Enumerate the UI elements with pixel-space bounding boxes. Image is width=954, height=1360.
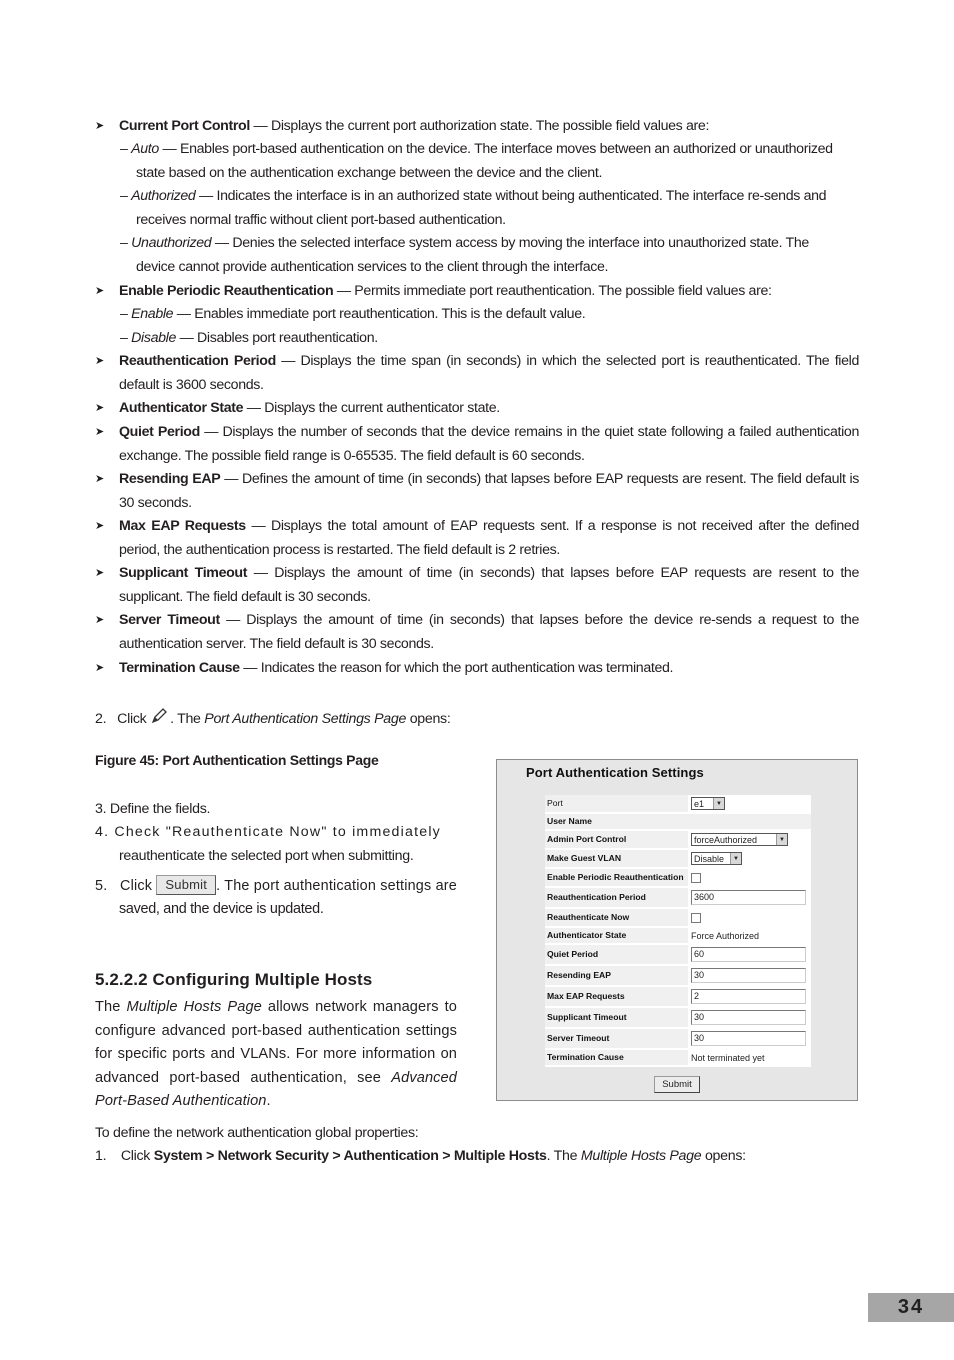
chevron-down-icon: ▼ — [713, 798, 724, 809]
quiet-period-input[interactable]: 60 — [691, 947, 806, 962]
section-paragraph: The Multiple Hosts Page allows network m… — [95, 999, 457, 1109]
port-select[interactable]: e1 ▼ — [691, 797, 725, 810]
bullet-max-eap-requests: ➤ Max EAP Requests — Displays the total … — [95, 515, 859, 562]
row-termination-cause: Termination Cause Not terminated yet — [545, 1050, 811, 1067]
authenticator-state-value: Force Authorized — [691, 930, 760, 941]
step-5: 5. Click Submit. The port authentication… — [95, 875, 458, 895]
sub-item-disable: – Disable — Disables port reauthenticati… — [120, 330, 378, 346]
row-reauth-period: Reauthentication Period 3600 — [545, 888, 811, 909]
sub-item-auto: – Auto — Enables port-based authenticati… — [120, 141, 833, 181]
step-4: 4. Check "Reauthenticate Now" to immedia… — [95, 824, 441, 840]
figure-caption: Figure 45: Port Authentication Settings … — [95, 752, 379, 768]
arrow-bullet-icon: ➤ — [95, 285, 104, 297]
section-title: 5.2.2.2 Configuring Multiple Hosts — [95, 970, 373, 989]
sub-item-authorized: – Authorized — Indicates the interface i… — [120, 188, 827, 228]
termination-cause-value: Not terminated yet — [691, 1052, 765, 1063]
arrow-bullet-icon: ➤ — [95, 355, 104, 367]
bullet-reauth-period: ➤ Reauthentication Period — Displays the… — [95, 350, 859, 397]
step-5-cont: saved, and the device is updated. — [119, 901, 324, 917]
step-3: 3. Define the fields. — [95, 801, 211, 817]
row-server-timeout: Server Timeout 30 — [545, 1029, 811, 1050]
enable-periodic-reauth-checkbox[interactable] — [691, 872, 701, 883]
bullet-server-timeout: ➤ Server Timeout — Displays the amount o… — [95, 609, 859, 656]
arrow-bullet-icon: ➤ — [95, 402, 104, 414]
submit-button[interactable]: Submit — [654, 1076, 700, 1093]
page-number: 34 — [868, 1293, 954, 1322]
row-authenticator-state: Authenticator State Force Authorized — [545, 928, 811, 945]
arrow-bullet-icon: ➤ — [95, 614, 104, 626]
max-eap-requests-input[interactable]: 2 — [691, 989, 806, 1004]
arrow-bullet-icon: ➤ — [95, 662, 104, 674]
port-auth-settings-screenshot: Port Authentication Settings Port e1 ▼ Us… — [496, 759, 858, 1101]
arrow-bullet-icon: ➤ — [95, 567, 104, 579]
settings-table: Port e1 ▼ User Name Admin Port Control fo… — [545, 795, 811, 1067]
bullet-current-port-control: ➤ Current Port Control — Displays the cu… — [95, 115, 859, 139]
step-4-cont: reauthenticate the selected port when su… — [119, 848, 414, 864]
step-2: 2. Click . The Port Authentication Setti… — [95, 708, 451, 733]
arrow-bullet-icon: ➤ — [95, 120, 104, 132]
row-make-guest-vlan: Make Guest VLAN Disable ▼ — [545, 850, 811, 869]
bullet-authenticator-state: ➤ Authenticator State — Displays the cur… — [95, 397, 859, 421]
row-port: Port e1 ▼ — [545, 795, 811, 814]
reauthenticate-now-checkbox[interactable] — [691, 912, 701, 923]
sub-item-unauthorized: – Unauthorized — Denies the selected int… — [120, 235, 809, 275]
resending-eap-input[interactable]: 30 — [691, 968, 806, 983]
arrow-bullet-icon: ➤ — [95, 426, 104, 438]
pencil-icon — [150, 708, 170, 733]
reauth-period-input[interactable]: 3600 — [691, 890, 806, 905]
arrow-bullet-icon: ➤ — [95, 520, 104, 532]
row-user-name: User Name — [545, 814, 811, 831]
row-reauthenticate-now: Reauthenticate Now — [545, 909, 811, 928]
row-resending-eap: Resending EAP 30 — [545, 966, 811, 987]
server-timeout-input[interactable]: 30 — [691, 1031, 806, 1046]
row-max-eap-requests: Max EAP Requests 2 — [545, 987, 811, 1008]
row-enable-periodic-reauth: Enable Periodic Reauthentication — [545, 869, 811, 888]
bullet-termination-cause: ➤ Termination Cause — Indicates the reas… — [95, 657, 859, 681]
step-1-multiple-hosts: 1. Click System > Network Security > Aut… — [95, 1148, 746, 1164]
sub-item-enable: – Enable — Enables immediate port reauth… — [120, 306, 586, 322]
bullet-supplicant-timeout: ➤ Supplicant Timeout — Displays the amou… — [95, 562, 859, 609]
global-intro: To define the network authentication glo… — [95, 1125, 419, 1141]
bullet-quiet-period: ➤ Quiet Period — Displays the number of … — [95, 421, 859, 468]
bullet-resending-eap: ➤ Resending EAP — Defines the amount of … — [95, 468, 859, 515]
supplicant-timeout-input[interactable]: 30 — [691, 1010, 806, 1025]
arrow-bullet-icon: ➤ — [95, 473, 104, 485]
row-supplicant-timeout: Supplicant Timeout 30 — [545, 1008, 811, 1029]
submit-button-inline: Submit — [156, 875, 217, 895]
row-admin-port-control: Admin Port Control forceAuthorized ▼ — [545, 831, 811, 850]
guest-vlan-select[interactable]: Disable ▼ — [691, 852, 742, 865]
chevron-down-icon: ▼ — [776, 834, 787, 845]
chevron-down-icon: ▼ — [730, 853, 741, 864]
admin-port-control-select[interactable]: forceAuthorized ▼ — [691, 833, 788, 846]
panel-title: Port Authentication Settings — [526, 765, 704, 780]
bullet-enable-periodic-reauth: ➤ Enable Periodic Reauthentication — Per… — [95, 280, 859, 304]
row-quiet-period: Quiet Period 60 — [545, 945, 811, 966]
